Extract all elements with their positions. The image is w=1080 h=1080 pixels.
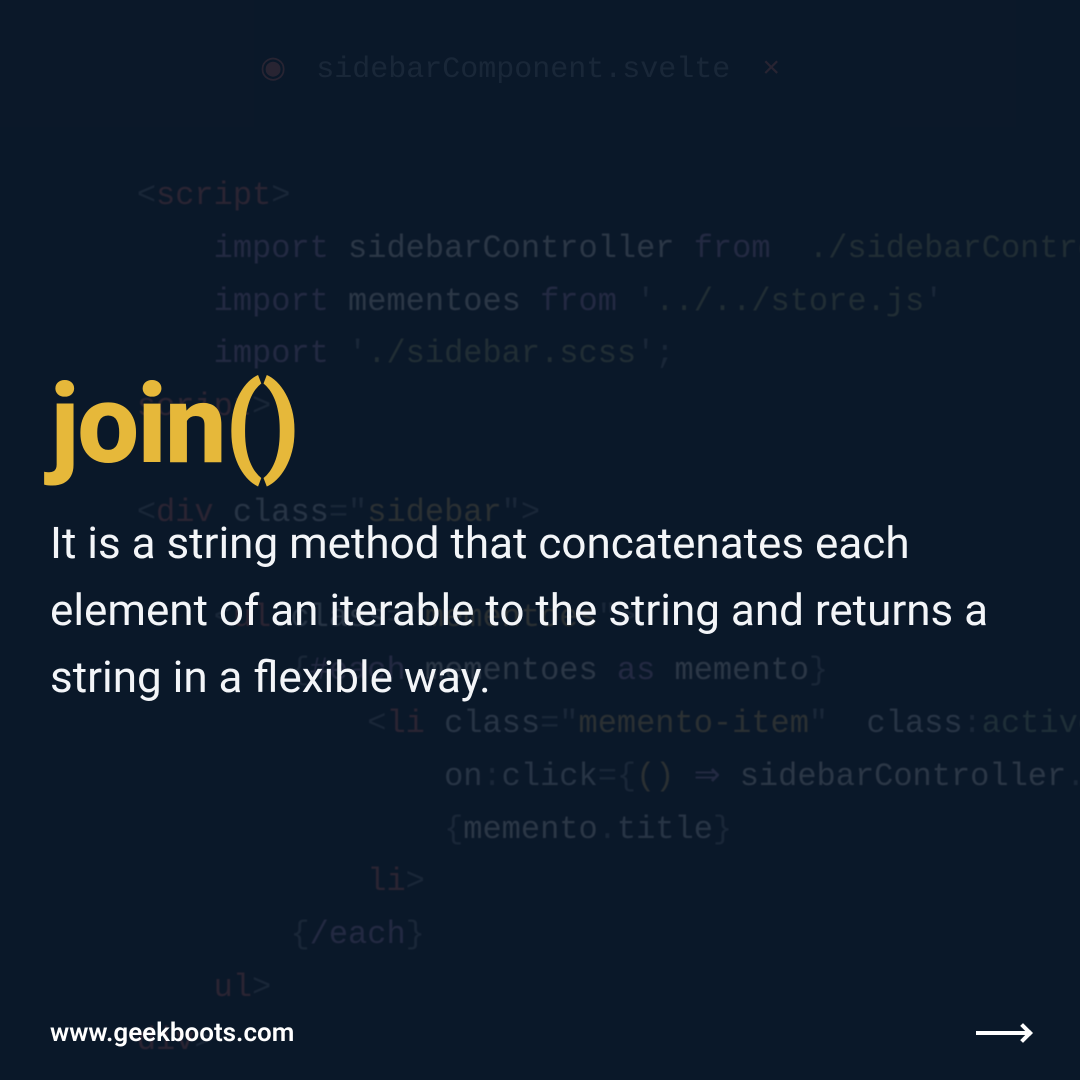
next-arrow-icon[interactable] (976, 1021, 1030, 1045)
card-content: join() It is a string method that concat… (50, 370, 1030, 711)
site-url: www.geekboots.com (50, 1018, 294, 1048)
footer: www.geekboots.com (50, 1018, 1030, 1048)
function-title: join() (50, 370, 1030, 480)
function-description: It is a string method that concatenates … (50, 510, 1030, 711)
